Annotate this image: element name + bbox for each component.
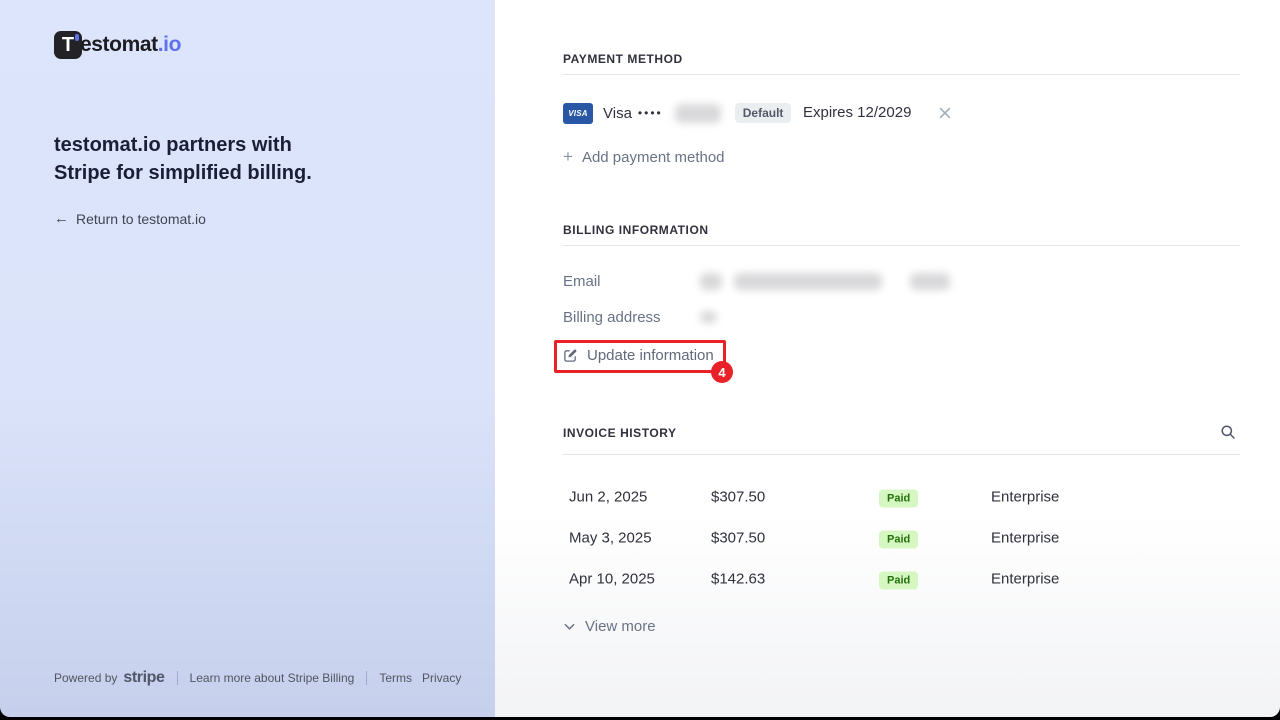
invoice-plan: Enterprise: [991, 529, 1059, 546]
paid-badge: Paid: [879, 489, 918, 507]
email-label: Email: [563, 273, 700, 290]
section-divider: [563, 454, 1240, 455]
section-divider: [563, 245, 1240, 246]
invoice-status-cell: Paid: [879, 570, 918, 587]
logo-wordmark: estomat.io: [80, 33, 181, 57]
invoice-row[interactable]: Apr 10, 2025 $142.63 Paid Enterprise: [563, 558, 1240, 599]
return-link[interactable]: ← Return to testomat.io: [54, 210, 206, 227]
invoice-history-title: INVOICE HISTORY: [563, 426, 677, 440]
billing-main-panel: PAYMENT METHOD VISA Visa •••• Default Ex…: [495, 0, 1280, 717]
testomat-logo-icon: T: [54, 31, 82, 59]
logo-apostrophe-icon: [75, 34, 79, 41]
invoice-table: Jun 2, 2025 $307.50 Paid Enterprise May …: [563, 476, 1240, 599]
footer-divider: [366, 671, 367, 685]
payment-card-row: VISA Visa •••• Default Expires 12/2029: [563, 100, 1240, 126]
redacted-blob: [700, 273, 722, 290]
card-summary: VISA Visa •••• Default: [563, 100, 791, 126]
billing-information-title: BILLING INFORMATION: [563, 223, 709, 237]
billing-address-label: Billing address: [563, 309, 700, 326]
invoice-status-cell: Paid: [879, 488, 918, 505]
invoice-row[interactable]: Jun 2, 2025 $307.50 Paid Enterprise: [563, 476, 1240, 517]
redacted-address-value: [700, 311, 717, 323]
privacy-link[interactable]: Privacy: [422, 671, 461, 685]
card-brand-label: Visa: [603, 105, 632, 122]
invoice-date: Apr 10, 2025: [569, 570, 655, 587]
redacted-blob: [910, 273, 950, 290]
redacted-card-last4: [675, 104, 721, 123]
update-information-button[interactable]: Update information: [563, 347, 714, 364]
visa-badge-label: VISA: [568, 109, 587, 118]
invoice-date: Jun 2, 2025: [569, 488, 647, 505]
add-payment-method-label: Add payment method: [582, 149, 725, 166]
powered-by-label: Powered by: [54, 671, 117, 685]
redacted-blob: [734, 273, 882, 290]
sidebar: T estomat.io testomat.io partners with S…: [0, 0, 495, 717]
view-more-label: View more: [585, 618, 656, 635]
card-expiry-label: Expires 12/2029: [803, 104, 911, 121]
invoice-amount: $307.50: [711, 488, 765, 505]
logo-name: estomat: [80, 33, 158, 56]
partner-tagline: testomat.io partners with Stripe for sim…: [54, 131, 334, 187]
testomat-logo[interactable]: T estomat.io: [54, 31, 181, 59]
footer-divider: [177, 671, 178, 685]
plus-icon: +: [563, 147, 573, 167]
chevron-down-icon: [563, 620, 576, 633]
invoice-status-cell: Paid: [879, 529, 918, 546]
view-more-button[interactable]: View more: [563, 618, 656, 635]
invoice-row[interactable]: May 3, 2025 $307.50 Paid Enterprise: [563, 517, 1240, 558]
default-badge: Default: [735, 103, 792, 123]
section-divider: [563, 74, 1240, 75]
card-number-dots: ••••: [638, 106, 663, 120]
payment-method-title: PAYMENT METHOD: [563, 52, 683, 66]
invoice-amount: $142.63: [711, 570, 765, 587]
powered-by-stripe-link[interactable]: Powered by stripe: [54, 669, 165, 687]
redacted-email-value: [700, 273, 950, 290]
logo-letter: T: [62, 34, 74, 57]
learn-more-link[interactable]: Learn more about Stripe Billing: [190, 671, 355, 685]
search-invoices-button[interactable]: [1220, 424, 1238, 442]
annotation-step-number: 4: [718, 365, 725, 380]
remove-card-button[interactable]: [935, 103, 955, 123]
search-icon: [1220, 424, 1236, 440]
edit-icon: [563, 348, 578, 363]
sidebar-footer: Powered by stripe Learn more about Strip…: [54, 669, 461, 687]
annotation-step-badge: 4: [711, 361, 733, 383]
terms-link[interactable]: Terms: [379, 671, 412, 685]
stripe-logo: stripe: [123, 669, 164, 687]
invoice-amount: $307.50: [711, 529, 765, 546]
invoice-plan: Enterprise: [991, 488, 1059, 505]
paid-badge: Paid: [879, 571, 918, 589]
close-icon: [938, 106, 952, 120]
visa-card-icon: VISA: [563, 103, 593, 124]
paid-badge: Paid: [879, 530, 918, 548]
arrow-left-icon: ←: [54, 210, 69, 227]
invoice-plan: Enterprise: [991, 570, 1059, 587]
add-payment-method-button[interactable]: + Add payment method: [563, 147, 725, 167]
email-row: Email: [563, 272, 1240, 290]
logo-tld: .io: [158, 33, 181, 56]
invoice-date: May 3, 2025: [569, 529, 652, 546]
update-information-label: Update information: [587, 347, 714, 364]
return-link-label: Return to testomat.io: [76, 211, 206, 227]
billing-portal-window: T estomat.io testomat.io partners with S…: [0, 0, 1280, 717]
billing-address-row: Billing address: [563, 309, 1240, 325]
